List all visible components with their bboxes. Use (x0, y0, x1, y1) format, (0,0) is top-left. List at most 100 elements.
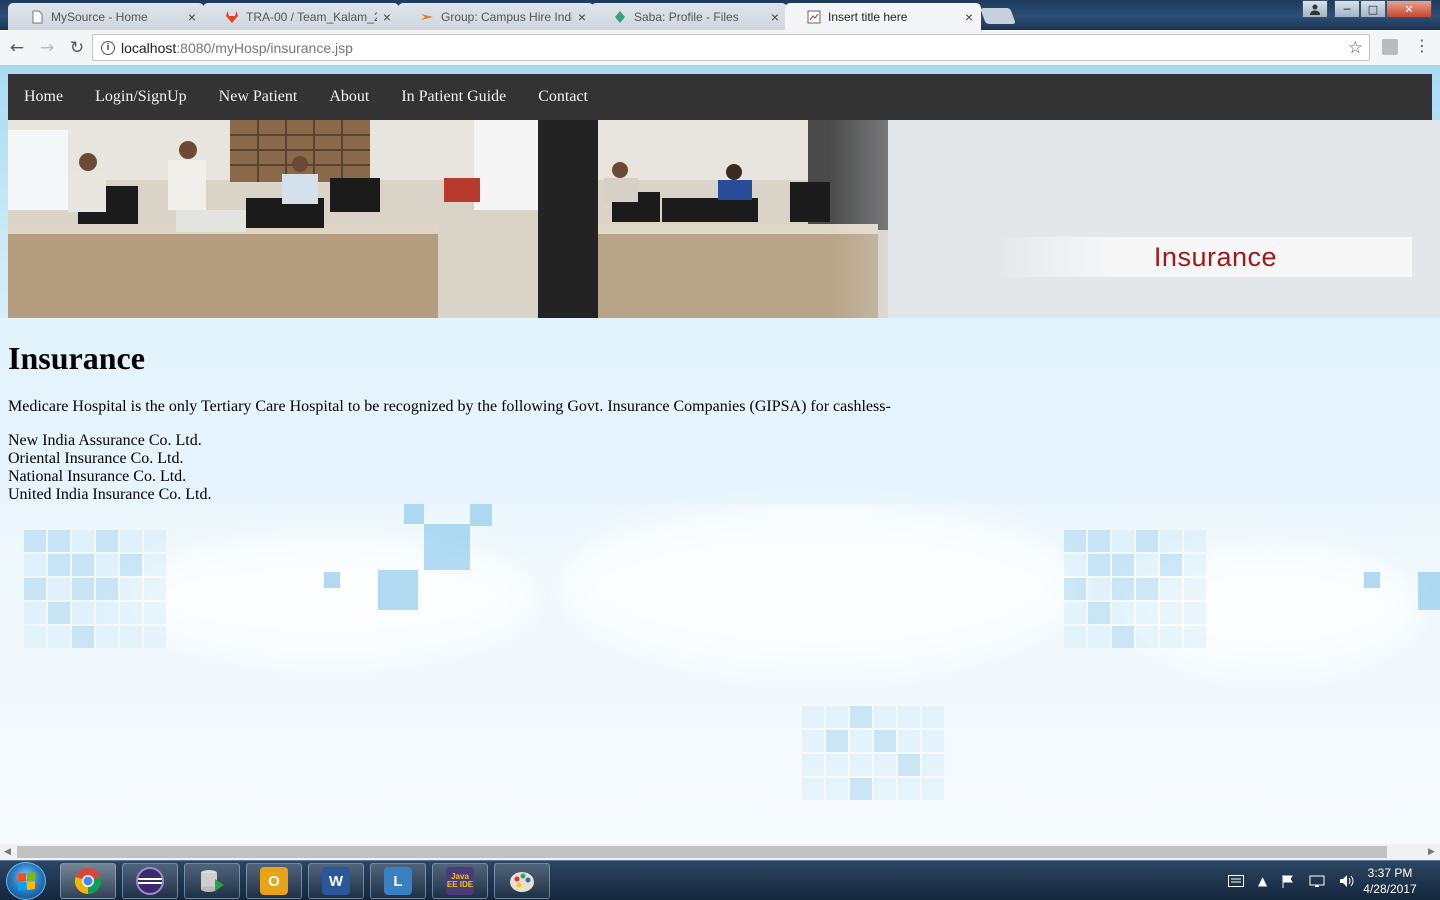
background-grid-pattern (24, 530, 166, 648)
tab-close-icon[interactable]: × (578, 9, 586, 25)
eclipse-icon (136, 867, 164, 895)
keyboard-icon[interactable] (1228, 875, 1244, 887)
chrome-icon (74, 868, 102, 895)
browser-tab-strip: MySource - Home × TRA-00 / Team_Kalam_20… (0, 0, 1440, 30)
background-square (1418, 572, 1440, 610)
nav-home[interactable]: Home (8, 74, 79, 120)
back-button[interactable]: ← (4, 35, 30, 61)
taskbar-database-tool[interactable] (184, 863, 240, 899)
tab-title: Insert title here (828, 9, 908, 24)
nav-contact[interactable]: Contact (522, 74, 604, 120)
page-icon (32, 10, 43, 23)
saba-icon (615, 10, 625, 23)
user-profile-icon[interactable] (1302, 0, 1328, 18)
clock-time: 3:37 PM (1367, 866, 1413, 880)
insurance-company-list: New India Assurance Co. Ltd. Oriental In… (8, 432, 212, 504)
taskbar-eclipse[interactable] (122, 863, 178, 899)
tab-saba-profile[interactable]: Saba: Profile - Files × (591, 3, 787, 30)
list-item: United India Insurance Co. Ltd. (8, 486, 212, 503)
background-square (470, 504, 492, 526)
scroll-left-icon[interactable]: ◀ (4, 847, 11, 857)
java-ee-ide-icon: Java EE IDE (446, 867, 474, 895)
close-window-button[interactable]: ✕ (1386, 0, 1432, 18)
url-path: :8080/myHosp/insurance.jsp (176, 39, 353, 56)
campus-hire-icon (421, 13, 433, 20)
show-hidden-icons-icon[interactable]: ▲ (1258, 874, 1267, 888)
background-square (378, 570, 418, 610)
bookmark-star-icon[interactable]: ☆ (1348, 38, 1363, 58)
browser-menu-icon[interactable]: ⋮ (1414, 36, 1430, 55)
system-tray: ▲ (1228, 861, 1355, 900)
lync-icon: L (384, 867, 412, 895)
tab-mysource-home[interactable]: MySource - Home × (8, 3, 204, 30)
clock-date: 4/28/2017 (1363, 882, 1417, 896)
scroll-right-icon[interactable]: ▶ (1428, 847, 1435, 857)
horizontal-scrollbar[interactable]: ◀ ▶ (0, 844, 1440, 860)
nav-about[interactable]: About (313, 74, 385, 120)
taskbar-lync[interactable]: L (370, 863, 426, 899)
banner-label: Insurance (1153, 241, 1277, 272)
tab-close-icon[interactable]: × (771, 9, 779, 25)
outlook-icon: O (260, 867, 288, 895)
site-info-icon[interactable]: i (101, 40, 115, 55)
network-icon[interactable] (1309, 874, 1325, 888)
tab-title: MySource - Home (51, 9, 148, 24)
windows-taskbar: O W L Java EE IDE ▲ 3:37 PM 4/28/2017 (0, 860, 1440, 900)
window-buttons: ─ □ ✕ (1334, 0, 1432, 18)
tab-insert-title-active[interactable]: Insert title here × (785, 3, 981, 30)
extension-icon[interactable] (1382, 39, 1398, 55)
window-controls (1302, 0, 1328, 18)
list-item: Oriental Insurance Co. Ltd. (8, 450, 184, 467)
banner-label-box: Insurance (990, 237, 1412, 277)
nav-in-patient-guide[interactable]: In Patient Guide (385, 74, 522, 120)
new-tab-button[interactable] (980, 8, 1016, 24)
page-title: Insurance (8, 340, 145, 376)
address-bar[interactable]: i localhost :8080/myHosp/insurance.jsp ☆ (92, 34, 1370, 61)
start-button[interactable] (6, 862, 46, 900)
tab-campus-hire[interactable]: Group: Campus Hire Indi × (398, 3, 594, 30)
forward-button[interactable]: → (34, 35, 60, 61)
insurance-banner: Insurance (8, 120, 1440, 318)
background-cloud (120, 536, 540, 656)
tab-close-icon[interactable]: × (188, 9, 196, 25)
taskbar-chrome[interactable] (60, 863, 116, 899)
reload-button[interactable]: ↻ (64, 35, 90, 61)
background-square (424, 524, 470, 570)
tab-gitlab[interactable]: TRA-00 / Team_Kalam_20 × (203, 3, 399, 30)
browser-toolbar: ← → ↻ i localhost :8080/myHosp/insurance… (0, 30, 1440, 66)
taskbar-paint[interactable] (494, 863, 550, 899)
intro-paragraph: Medicare Hospital is the only Tertiary C… (8, 398, 891, 415)
tab-close-icon[interactable]: × (383, 9, 391, 25)
action-center-flag-icon[interactable] (1281, 874, 1295, 888)
banner-backdrop (888, 120, 1440, 318)
maximize-button[interactable]: □ (1360, 0, 1386, 18)
background-grid-pattern (1064, 530, 1206, 648)
page-viewport: Home Login/SignUp New Patient About In P… (0, 66, 1440, 844)
list-item: New India Assurance Co. Ltd. (8, 432, 202, 449)
taskbar-java-ee-ide[interactable]: Java EE IDE (432, 863, 488, 899)
gitlab-icon (226, 10, 238, 23)
scrollbar-thumb[interactable] (17, 846, 1387, 858)
site-navbar: Home Login/SignUp New Patient About In P… (8, 74, 1432, 120)
office-photo (8, 120, 888, 318)
page-icon (807, 10, 821, 23)
nav-login-signup[interactable]: Login/SignUp (79, 74, 203, 120)
background-cloud (560, 506, 1080, 666)
windows-logo-icon (17, 871, 35, 891)
url-host: localhost (121, 39, 177, 56)
database-icon (201, 870, 224, 892)
taskbar-outlook[interactable]: O (246, 863, 302, 899)
tab-close-icon[interactable]: × (965, 9, 973, 25)
taskbar-word[interactable]: W (308, 863, 364, 899)
tab-title: Group: Campus Hire Indi (441, 9, 572, 24)
background-square (324, 572, 340, 588)
tab-title: Saba: Profile - Files (634, 9, 739, 24)
word-icon: W (322, 867, 350, 895)
list-item: National Insurance Co. Ltd. (8, 468, 187, 485)
background-grid-pattern (802, 706, 944, 800)
nav-new-patient[interactable]: New Patient (203, 74, 314, 120)
minimize-button[interactable]: ─ (1334, 0, 1360, 18)
background-square (404, 504, 424, 524)
taskbar-clock[interactable]: 3:37 PM 4/28/2017 (1350, 865, 1430, 897)
tab-title: TRA-00 / Team_Kalam_20 (246, 9, 377, 24)
